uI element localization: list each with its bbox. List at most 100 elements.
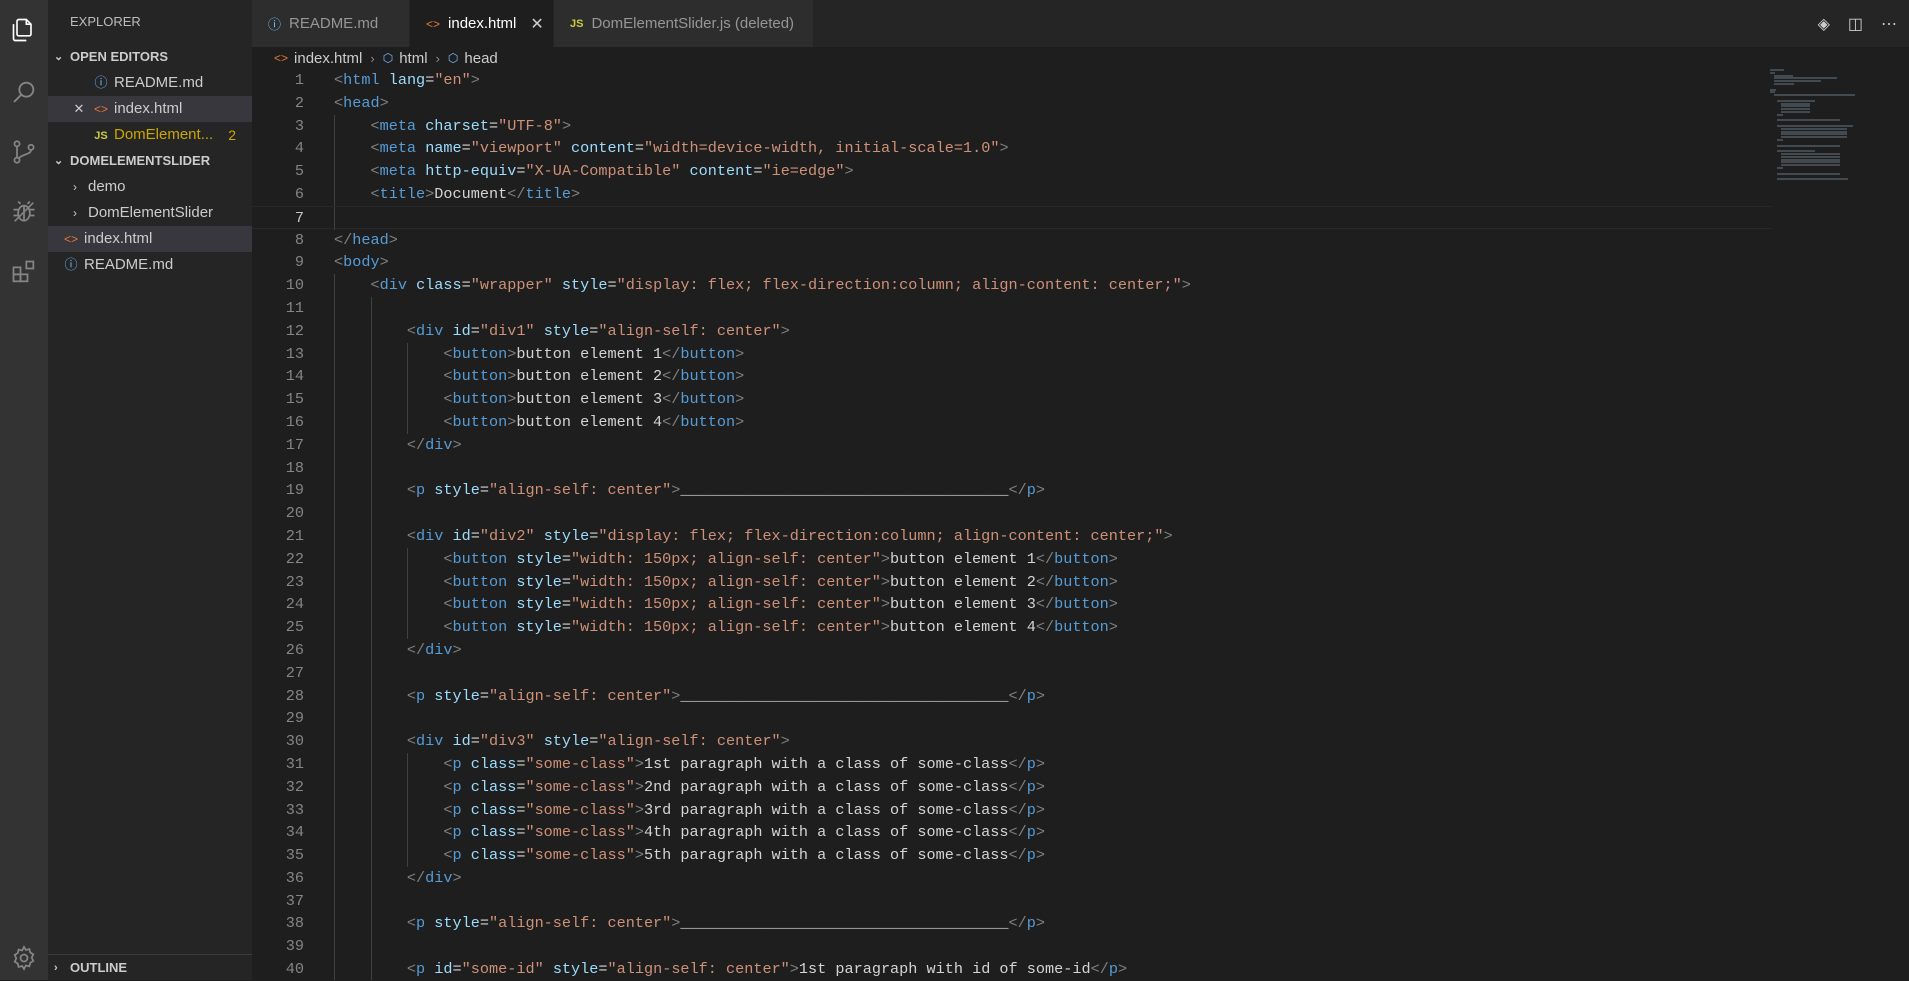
code-editor[interactable]: 1 <html lang="en"> 2 <head> 3 <meta charset=… [252,69,1772,980]
line-number: 1 [294,71,304,89]
code-text: <html lang="en"> [334,71,480,89]
code-line[interactable]: 13 <button>button element 1</button> [252,342,1772,366]
close-icon[interactable]: ✕ [70,96,88,122]
open-editor-index-html[interactable]: ✕ <> index.html [48,96,252,122]
code-text: <p class="some-class">3rd paragraph with… [443,800,1045,819]
js-file-icon: JS [94,130,108,142]
code-line[interactable]: 14 <button>button element 2</button> [252,365,1772,389]
code-line[interactable]: 40 <p id="some-id" style="align-self: ce… [252,958,1772,980]
line-number: 34 [285,823,304,842]
search-icon[interactable] [0,68,48,116]
code-line[interactable]: 34 <p class="some-class">4th paragraph w… [252,821,1772,845]
minimap-line [1780,158,1841,161]
problem-count-badge: 2 [228,127,236,143]
code-line[interactable]: 15 <button>button element 3</button> [252,388,1772,411]
line-number: 35 [285,846,304,865]
code-text: <meta charset="UTF-8"> [370,116,572,135]
code-line[interactable]: 33 <p class="some-class">3rd paragraph w… [252,798,1772,822]
tree-file-readme[interactable]: ⓘ README.md [48,252,252,278]
code-text: </head> [334,230,398,249]
code-line[interactable]: 22 <button style="width: 150px; align-se… [252,547,1772,571]
code-line[interactable]: 31 <p class="some-class">1st paragraph w… [252,752,1772,776]
extensions-icon[interactable] [0,248,48,296]
code-line[interactable]: 32 <p class="some-class">2nd paragraph w… [252,775,1772,799]
tree-folder-domelementslider[interactable]: › DomElementSlider [48,200,252,226]
chevron-right-icon: › [370,50,375,66]
code-line[interactable]: 39 [252,935,1772,959]
code-line[interactable]: 19 <p style="align-self: center">_______… [252,479,1772,503]
open-changes-icon[interactable]: ◈ [1818,14,1830,34]
split-editor-icon[interactable]: ◫ [1848,14,1863,34]
minimap[interactable] [1770,69,1895,189]
tab-domelementslider-js[interactable]: JS DomElementSlider.js (deleted) [554,0,814,47]
tree-item-label: README.md [84,256,174,273]
source-control-icon[interactable] [0,128,48,176]
minimap-line [1777,113,1783,116]
code-line[interactable]: 1 <html lang="en"> [252,69,1772,92]
code-line[interactable]: 17 </div> [252,433,1772,457]
chevron-down-icon: ⌄ [54,51,64,63]
breadcrumb-item[interactable]: html [399,50,427,67]
minimap-line [1777,150,1815,153]
line-number: 11 [285,298,304,317]
code-line[interactable]: 36 </div> [252,866,1772,890]
code-line[interactable]: 20 [252,502,1772,525]
code-line[interactable]: 9 <body> [252,251,1772,274]
tree-file-index-html[interactable]: <> index.html [48,226,252,252]
code-line[interactable]: 29 [252,707,1772,731]
code-text: </div> [406,640,462,659]
code-line[interactable]: 27 [252,661,1772,685]
code-line[interactable]: 11 [252,296,1772,320]
open-editor-domelement-js[interactable]: JS DomElement... 2 [48,122,252,148]
code-line[interactable]: 12 <div id="div1" style="align-self: cen… [252,319,1772,343]
code-line[interactable]: 28 <p style="align-self: center">_______… [252,684,1772,708]
code-line[interactable]: 16 <button>button element 4</button> [252,410,1772,434]
tree-folder-demo[interactable]: › demo [48,174,252,200]
tab-label: DomElementSlider.js (deleted) [591,15,795,32]
tab-label: index.html [448,15,517,32]
code-text: <button>button element 2</button> [443,367,745,386]
outline-header[interactable]: › OUTLINE [48,954,252,980]
line-number: 14 [285,367,304,386]
explorer-sidebar: EXPLORER ⌄ OPEN EDITORS ⓘ README.md ✕ <> in… [48,0,252,980]
line-number: 17 [285,435,304,454]
tab-readme[interactable]: ⓘ README.md [252,0,410,47]
code-line[interactable]: 23 <button style="width: 150px; align-se… [252,570,1772,594]
line-number: 36 [285,868,304,887]
info-icon: ⓘ [64,257,78,272]
code-line[interactable]: 18 [252,456,1772,480]
breadcrumb-item[interactable]: index.html [294,50,362,67]
code-line[interactable]: 21 <div id="div2" style="display: flex; … [252,524,1772,548]
code-line[interactable]: 6 <title>Document</title> [252,182,1772,206]
code-line[interactable]: 2 <head> [252,92,1772,115]
code-line[interactable]: 10 <div class="wrapper" style="display: … [252,274,1772,297]
open-editors-header[interactable]: ⌄ OPEN EDITORS [48,44,252,70]
code-line[interactable]: 8 </head> [252,229,1772,252]
line-number: 5 [294,162,304,181]
code-line[interactable]: 5 <meta http-equiv="X-UA-Compatible" con… [252,160,1772,183]
code-line[interactable]: 35 <p class="some-class">5th paragraph w… [252,844,1772,867]
html-file-icon: <> [93,102,108,116]
code-line[interactable]: 26 </div> [252,638,1772,662]
breadcrumb: <> index.html › ⬡ html › ⬡ head [252,47,1552,69]
code-line[interactable]: 37 [252,889,1772,913]
folder-header[interactable]: ⌄ DOMELEMENTSLIDER [48,148,252,174]
code-line[interactable]: 4 <meta name="viewport" content="width=d… [252,137,1772,161]
run-debug-icon[interactable] [0,188,48,236]
chevron-down-icon: ⌄ [54,155,64,167]
code-line[interactable]: 3 <meta charset="UTF-8"> [252,114,1772,138]
explorer-icon[interactable] [0,6,48,54]
settings-gear-icon[interactable] [0,936,48,980]
open-editor-readme[interactable]: ⓘ README.md [48,70,252,96]
code-line[interactable]: 24 <button style="width: 150px; align-se… [252,593,1772,617]
tab-index-html[interactable]: <> index.html ✕ [410,0,554,47]
more-actions-icon[interactable]: ⋯ [1881,14,1897,34]
code-line[interactable]: 7 [252,205,1772,230]
breadcrumb-item[interactable]: head [464,50,497,67]
close-icon[interactable]: ✕ [530,14,543,34]
minimap-line [1780,102,1811,105]
code-line[interactable]: 38 <p style="align-self: center">_______… [252,912,1772,936]
code-line[interactable]: 25 <button style="width: 150px; align-se… [252,616,1772,639]
code-line[interactable]: 30 <div id="div3" style="align-self: cen… [252,730,1772,753]
indent-guide [334,502,335,525]
